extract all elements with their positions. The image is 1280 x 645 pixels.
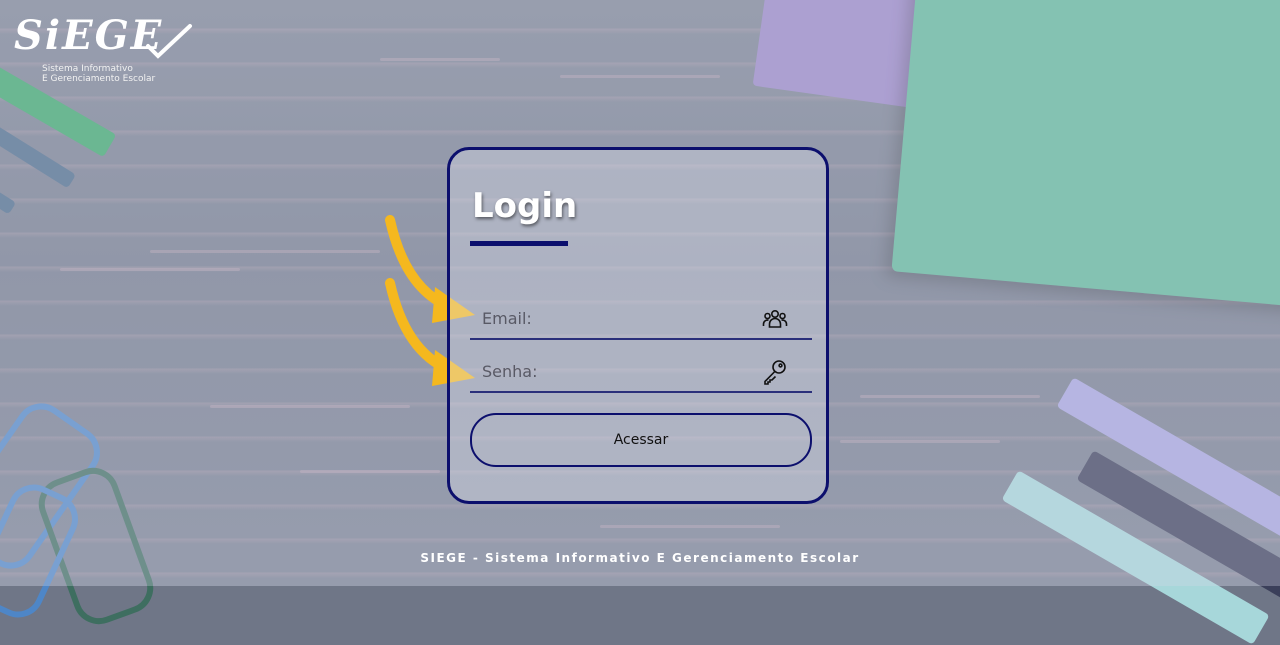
- logo-subtitle-line: E Gerenciamento Escolar: [42, 74, 155, 84]
- password-field: [470, 343, 812, 393]
- siege-logo: SiEGE Sistema Informativo E Gerenciament…: [6, 8, 196, 88]
- logo-subtitle: Sistema Informativo E Gerenciamento Esco…: [42, 64, 155, 84]
- password-input[interactable]: [470, 357, 774, 385]
- email-input[interactable]: [470, 304, 774, 332]
- footer-text: SIEGE - Sistema Informativo E Gerenciame…: [0, 551, 1280, 565]
- users-icon: [762, 306, 788, 332]
- title-underline: [470, 241, 568, 246]
- key-icon: [762, 359, 788, 385]
- login-card: Login Acessar: [447, 147, 829, 504]
- email-field: [470, 290, 812, 340]
- login-title: Login: [472, 186, 577, 226]
- acessar-button[interactable]: Acessar: [470, 413, 812, 467]
- logo-mark: SiEGE: [14, 12, 163, 59]
- checkmark-icon: [144, 22, 194, 60]
- logo-subtitle-line: Sistema Informativo: [42, 64, 155, 74]
